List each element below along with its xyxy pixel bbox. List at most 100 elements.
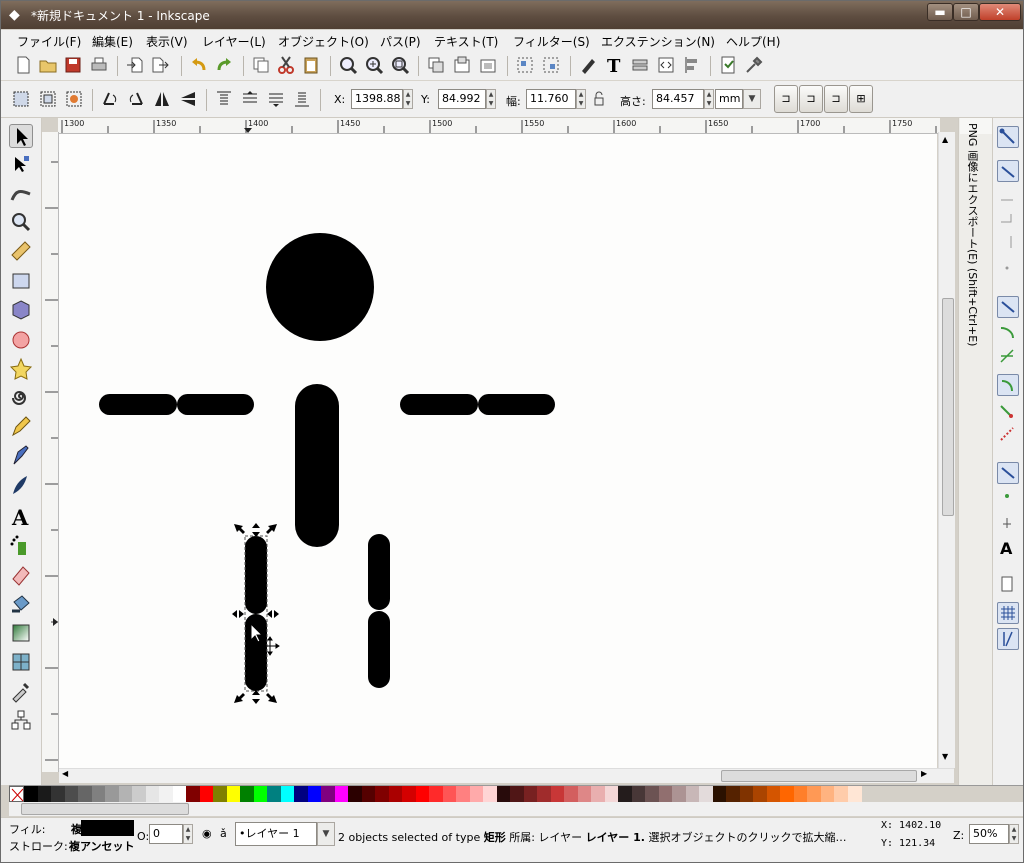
palette-swatch[interactable] [726,786,740,802]
palette-swatch[interactable] [253,786,268,802]
fill-stroke-icon[interactable] [578,55,598,75]
palette-swatch[interactable] [807,786,821,802]
palette-swatch[interactable] [753,786,767,802]
rotate-cw-icon[interactable] [126,89,146,109]
zoom-spinner[interactable]: ▲ ▼ [1009,824,1019,844]
palette-swatch[interactable] [213,786,227,802]
palette-swatch[interactable] [712,786,727,802]
palette-swatch[interactable] [348,786,362,802]
palette-swatch[interactable] [78,786,92,802]
menu-path[interactable]: パス(P) [380,33,421,50]
palette-swatch[interactable] [550,786,565,802]
menu-file[interactable]: ファイル(F) [17,33,81,50]
tweak-tool-icon[interactable] [9,182,33,206]
pen-tool-icon[interactable] [9,444,33,468]
raise-icon[interactable] [240,89,260,109]
opacity-input[interactable]: 0 [149,824,183,844]
lock-ratio-icon[interactable] [592,91,606,107]
lower-to-bottom-icon[interactable] [292,89,312,109]
measure-tool-icon[interactable] [9,239,33,263]
menu-text[interactable]: テキスト(T) [434,33,498,50]
snap-grids-icon[interactable] [997,602,1019,624]
spiral-tool-icon[interactable] [9,386,33,410]
scroll-left-icon[interactable]: ◀ [62,769,68,778]
palette-swatch[interactable] [645,786,659,802]
dropper-tool-icon[interactable] [9,679,33,703]
left-leg-lower[interactable] [245,614,267,691]
text-tool-icon[interactable]: A [9,504,33,530]
export-png-tab[interactable]: PNG 画像にエクスポート(E) (Shift+Ctrl+E) [964,123,988,383]
fill-indicator[interactable] [81,820,134,836]
move-patterns-button[interactable]: ⊞ [849,85,873,113]
zoom-selection-icon[interactable] [338,55,358,75]
menu-layer[interactable]: レイヤー(L) [202,33,266,50]
palette-swatch[interactable] [847,786,862,802]
flip-vertical-icon[interactable] [178,89,198,109]
open-folder-icon[interactable] [38,55,58,75]
connector-tool-icon[interactable] [9,708,33,732]
scroll-down-icon[interactable]: ▼ [942,752,948,761]
spray-tool-icon[interactable] [9,534,33,558]
y-input[interactable]: 84.992 [438,89,486,109]
color-palette[interactable] [9,785,1023,802]
x-spinner[interactable]: ▲ ▼ [403,89,413,109]
palette-swatch[interactable] [37,786,52,802]
palette-swatch[interactable] [51,786,65,802]
menu-object[interactable]: オブジェクト(O) [278,33,369,50]
stroke-value[interactable]: 複アンセット [69,838,135,854]
left-arm-outer[interactable] [99,394,177,415]
palette-swatch[interactable] [564,786,578,802]
3d-box-tool-icon[interactable] [9,298,33,322]
snap-centers-icon[interactable] [997,462,1019,484]
palette-swatch[interactable] [523,786,538,802]
current-layer-select[interactable]: •レイヤー 1 [235,822,317,846]
snap-cusp-nodes-icon[interactable] [997,374,1019,396]
palette-swatch[interactable] [294,786,308,802]
menu-edit[interactable]: 編集(E) [92,33,133,50]
palette-swatch[interactable] [64,786,79,802]
palette-scroll-thumb[interactable] [21,803,189,815]
palette-swatch[interactable] [240,786,254,802]
zoom-page-icon[interactable] [390,55,410,75]
select-all-layers-icon[interactable] [38,89,58,109]
figure-torso[interactable] [295,384,339,547]
paste-icon[interactable] [301,55,321,75]
palette-swatch[interactable] [388,786,403,802]
unit-dropdown-icon[interactable]: ▼ [743,89,761,109]
zoom-tool-icon[interactable] [9,210,33,234]
drawing-svg[interactable] [59,134,937,770]
palette-swatch[interactable] [780,786,794,802]
rotate-ccw-icon[interactable] [100,89,120,109]
zoom-drawing-icon[interactable] [364,55,384,75]
ungroup-icon[interactable] [541,55,561,75]
scroll-right-icon[interactable]: ▶ [921,769,927,778]
palette-swatch[interactable] [91,786,106,802]
palette-scrollbar[interactable] [9,802,1023,816]
zoom-input[interactable]: 50% [969,824,1009,844]
snap-rotation-center-icon[interactable] [997,486,1019,508]
copy-icon[interactable] [251,55,271,75]
raise-to-top-icon[interactable] [214,89,234,109]
mesh-tool-icon[interactable] [9,650,33,674]
palette-swatch[interactable] [307,786,322,802]
palette-swatch[interactable] [591,786,605,802]
print-icon[interactable] [89,55,109,75]
palette-swatch[interactable] [699,786,713,802]
palette-swatch[interactable] [226,786,241,802]
palette-swatch[interactable] [267,786,281,802]
right-leg-lower[interactable] [368,611,390,688]
palette-swatch[interactable] [334,786,349,802]
ellipse-tool-icon[interactable] [9,328,33,352]
vertical-scroll-thumb[interactable] [942,298,954,516]
layer-visibility-icon[interactable]: ◉ [202,827,212,840]
lower-icon[interactable] [266,89,286,109]
move-gradients-button[interactable]: ⊐ [824,85,848,113]
gradient-tool-icon[interactable] [9,621,33,645]
selector-tool-icon[interactable] [9,124,33,148]
align-distribute-icon[interactable] [682,55,702,75]
snap-bbox-icon[interactable] [997,160,1019,182]
vertical-scrollbar[interactable]: ▲ ▼ [938,132,955,768]
pencil-tool-icon[interactable] [9,415,33,439]
snap-text-icon[interactable]: A [997,538,1019,560]
snap-nodes-icon[interactable] [997,296,1019,318]
